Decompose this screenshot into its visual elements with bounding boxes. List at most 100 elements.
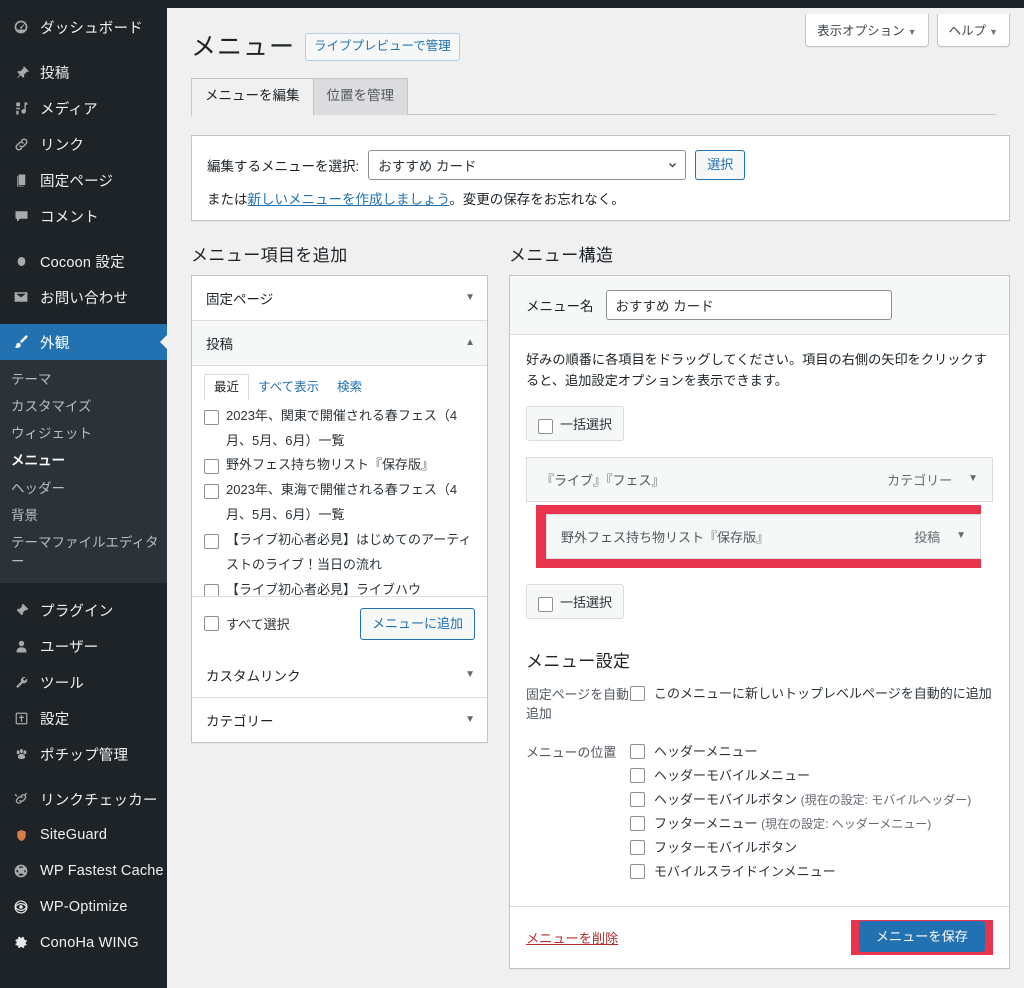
tab-manage-locations[interactable]: 位置を管理	[312, 78, 408, 115]
accordion-posts[interactable]: 投稿 ▲	[192, 321, 487, 367]
sidebar-item-users[interactable]: ユーザー	[0, 628, 167, 664]
chevron-down-icon[interactable]: ▼	[968, 474, 978, 484]
accordion-custom-links[interactable]: カスタムリンク ▼	[192, 652, 487, 698]
post-tab-search[interactable]: 検索	[328, 375, 371, 400]
checkbox[interactable]	[538, 418, 553, 434]
help-button[interactable]: ヘルプ ▼	[936, 14, 1010, 47]
sidebar-item-media[interactable]: メディア	[0, 90, 167, 126]
sidebar-subitem-widgets[interactable]: ウィジェット	[0, 420, 160, 447]
post-tab-recent[interactable]: 最近	[204, 374, 250, 401]
create-new-menu-link[interactable]: 新しいメニューを作成しましょう	[248, 192, 450, 207]
auto-add-pages-option[interactable]: このメニューに新しいトップレベルページを自動的に追加	[630, 684, 993, 704]
list-item[interactable]: 2023年、東海で開催される春フェス（4月、5月、6月）一覧	[204, 478, 475, 528]
checkbox[interactable]	[630, 743, 645, 759]
sidebar-subitem-menus[interactable]: メニュー	[0, 447, 160, 474]
appearance-brush-icon	[11, 332, 31, 352]
list-item[interactable]: 【ライブ初心者必見】はじめてのアーティストのライブ！当日の流れ	[204, 528, 475, 578]
menu-locations-row: メニューの位置 ヘッダーメニュー ヘッダーモバイルメニュー ヘッダーモバイルボタ…	[526, 742, 993, 887]
menu-item-meta: 投稿 ▼	[914, 527, 966, 546]
menu-structure-body: 好みの順番に各項目をドラッグしてください。項目の右側の矢印をクリックすると、追加…	[510, 335, 1009, 637]
sidebar-item-pochipp[interactable]: ポチップ管理	[0, 736, 167, 772]
sidebar-item-posts[interactable]: 投稿	[0, 54, 167, 90]
location-label: モバイルスライドインメニュー	[654, 864, 836, 880]
chevron-down-icon: ▼	[465, 668, 475, 680]
accordion-categories[interactable]: カテゴリー ▼	[192, 697, 487, 742]
add-menu-items-column: メニュー項目を追加 固定ページ ▼ 投稿 ▲ 最近 すべて表示 検索 2023年…	[191, 241, 488, 969]
select-all-row[interactable]: すべて選択	[204, 614, 290, 633]
checkbox[interactable]	[630, 864, 645, 880]
sidebar-item-label: リンクチェッカー	[40, 792, 158, 809]
location-mobile-slidein-menu[interactable]: モバイルスライドインメニュー	[630, 862, 993, 882]
sidebar-item-tools[interactable]: ツール	[0, 664, 167, 700]
accordion-categories-label: カテゴリー	[206, 713, 274, 729]
list-item[interactable]: 2023年、関東で開催される春フェス（4月、5月、6月）一覧	[204, 404, 475, 454]
delete-menu-link[interactable]: メニューを削除	[526, 928, 618, 947]
sidebar-item-plugins[interactable]: プラグイン	[0, 592, 167, 628]
accordion-pages[interactable]: 固定ページ ▼	[192, 276, 487, 322]
sidebar-subitem-customize[interactable]: カスタマイズ	[0, 393, 160, 420]
sidebar-subitem-background[interactable]: 背景	[0, 502, 160, 529]
checkbox[interactable]	[538, 596, 553, 612]
checkbox[interactable]	[204, 534, 219, 550]
add-to-menu-button[interactable]: メニューに追加	[359, 607, 475, 640]
accordion-custom-links-label: カスタムリンク	[206, 668, 301, 684]
location-header-menu[interactable]: ヘッダーメニュー	[630, 742, 993, 762]
sidebar-item-wp-fastest-cache[interactable]: WP Fastest Cache	[0, 853, 167, 889]
location-note: (現在の設定: ヘッダーメニュー)	[761, 816, 932, 831]
screen-options-button[interactable]: 表示オプション ▼	[805, 14, 929, 47]
tab-edit-menus[interactable]: メニューを編集	[191, 78, 314, 116]
sidebar-item-pages[interactable]: 固定ページ	[0, 162, 167, 198]
checkbox[interactable]	[204, 616, 219, 632]
menu-name-input[interactable]: おすすめ カード	[605, 290, 892, 321]
checkbox[interactable]	[630, 791, 645, 807]
checkbox[interactable]	[630, 685, 645, 701]
sidebar-item-appearance[interactable]: 外観	[0, 324, 167, 360]
sidebar-item-wp-optimize[interactable]: WP-Optimize	[0, 889, 167, 925]
menu-select-dropdown[interactable]: おすすめ カード	[368, 149, 687, 180]
checkbox[interactable]	[204, 484, 219, 500]
settings-sliders-icon	[11, 708, 31, 728]
sidebar-item-label: ポチップ管理	[40, 747, 129, 764]
post-tab-view-all[interactable]: すべて表示	[249, 375, 328, 400]
sidebar-subitem-themes[interactable]: テーマ	[0, 366, 160, 393]
select-button[interactable]: 選択	[695, 149, 746, 181]
list-item[interactable]: 【ライブ初心者必見】ライブハウ	[204, 578, 475, 596]
sidebar-item-contact[interactable]: お問い合わせ	[0, 279, 167, 315]
menu-settings-section: メニュー設定 固定ページを自動追加 このメニューに新しいトップレベルページを自動…	[510, 647, 1009, 907]
sidebar-item-dashboard[interactable]: ダッシュボード	[0, 9, 167, 45]
location-footer-mobile-button[interactable]: フッターモバイルボタン	[630, 838, 993, 858]
menu-item-live-fes[interactable]: 『ライブ』『フェス』 カテゴリー ▼	[526, 456, 993, 502]
bulk-select-top[interactable]: 一括選択	[526, 405, 625, 441]
list-item[interactable]: 野外フェス持ち物リスト『保存版』	[204, 453, 475, 478]
checkbox[interactable]	[630, 767, 645, 783]
location-header-mobile-menu[interactable]: ヘッダーモバイルメニュー	[630, 766, 993, 786]
auto-add-pages-label: 固定ページを自動追加	[526, 686, 629, 722]
manage-with-live-preview-button[interactable]: ライブプレビューで管理	[305, 33, 460, 61]
sidebar-item-link-checker[interactable]: リンクチェッカー	[0, 781, 167, 817]
sidebar-item-siteguard[interactable]: SiteGuard	[0, 817, 167, 853]
menu-item-type: 投稿	[914, 529, 941, 545]
sidebar-subitem-theme-file-editor[interactable]: テーマファイルエディター	[0, 529, 160, 575]
link-icon	[11, 134, 31, 154]
sidebar-item-cocoon-settings[interactable]: Cocoon 設定	[0, 243, 167, 279]
checkbox[interactable]	[204, 409, 219, 425]
chevron-up-icon: ▲	[465, 337, 475, 349]
sidebar-item-links[interactable]: リンク	[0, 126, 167, 162]
chevron-down-icon[interactable]: ▼	[956, 531, 966, 541]
sidebar-item-conoha-wing[interactable]: ConoHa WING	[0, 925, 167, 961]
auto-add-pages-row: 固定ページを自動追加 このメニューに新しいトップレベルページを自動的に追加	[526, 684, 993, 724]
sidebar-item-settings[interactable]: 設定	[0, 700, 167, 736]
sidebar-item-label: ユーザー	[40, 639, 99, 656]
sidebar-item-comments[interactable]: コメント	[0, 198, 167, 234]
post-checkbox-list[interactable]: 2023年、関東で開催される春フェス（4月、5月、6月）一覧 野外フェス持ち物リ…	[192, 384, 487, 596]
location-header-mobile-button[interactable]: ヘッダーモバイルボタン (現在の設定: モバイルヘッダー)	[630, 790, 993, 810]
checkbox[interactable]	[204, 584, 219, 596]
bulk-select-bottom[interactable]: 一括選択	[526, 583, 625, 619]
location-footer-menu[interactable]: フッターメニュー (現在の設定: ヘッダーメニュー)	[630, 814, 993, 834]
sidebar-subitem-header[interactable]: ヘッダー	[0, 475, 160, 502]
checkbox[interactable]	[204, 459, 219, 475]
checkbox[interactable]	[630, 840, 645, 856]
checkbox[interactable]	[630, 815, 645, 831]
save-menu-button[interactable]: メニューを保存	[858, 921, 985, 953]
menu-item-outdoor-fes-checklist[interactable]: 野外フェス持ち物リスト『保存版』 投稿 ▼	[546, 513, 981, 559]
